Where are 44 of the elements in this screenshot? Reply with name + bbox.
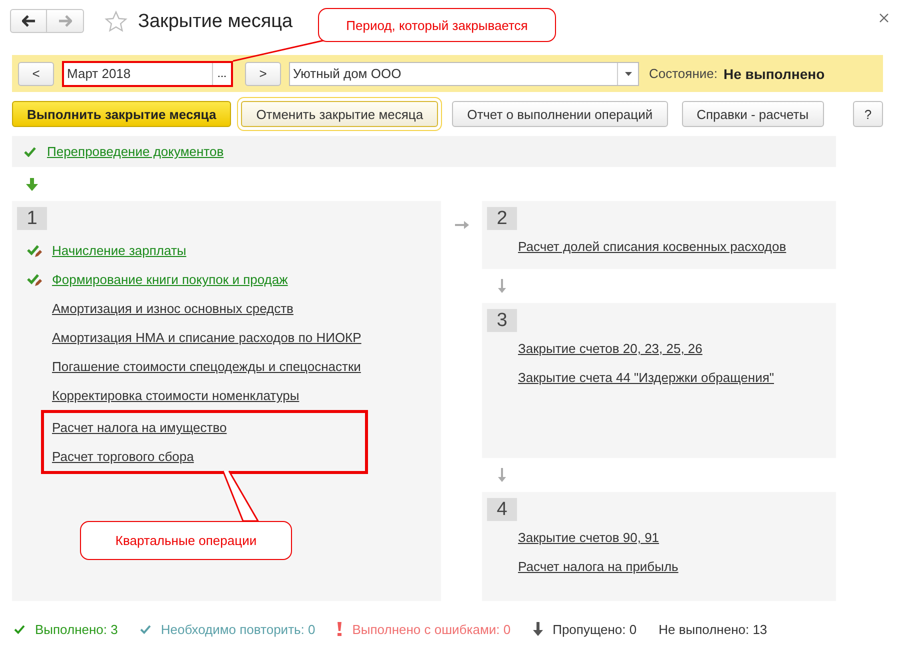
down-arrow-icon xyxy=(26,178,38,190)
back-arrow-icon xyxy=(22,15,36,27)
status-count: Необходимо повторить: 0 xyxy=(160,622,316,636)
period-field[interactable]: Март 2018 ... xyxy=(62,60,233,86)
operation-link[interactable]: Начисление зарплаты xyxy=(52,243,186,258)
stage-number: 1 xyxy=(17,207,47,230)
close-icon[interactable] xyxy=(879,13,889,23)
organization-field[interactable]: Уютный дом ООО xyxy=(289,62,639,86)
operation-link[interactable]: Расчет налога на прибыль xyxy=(518,559,678,574)
operation-link[interactable]: Перепроведение документов xyxy=(47,144,224,159)
operation-link[interactable]: Закрытие счетов 20, 23, 25, 26 xyxy=(518,341,702,356)
next-period-button[interactable]: > xyxy=(245,62,281,86)
operation-link[interactable]: Расчет налога на имущество xyxy=(52,420,227,435)
right-arrow-icon xyxy=(454,221,468,229)
action-button[interactable]: Отчет о выполнении операций xyxy=(452,101,668,127)
operation-link[interactable]: Формирование книги покупок и продаж xyxy=(52,272,288,287)
callout-note: Период, который закрывается xyxy=(318,8,556,42)
status-count: Выполнено с ошибками: 0 xyxy=(352,622,511,636)
status-count: Не выполнено: 13 xyxy=(658,622,768,636)
down-arrow-icon xyxy=(498,279,506,293)
back-button[interactable] xyxy=(10,9,47,33)
down-arrow-icon xyxy=(498,468,506,482)
forward-arrow-icon xyxy=(58,15,72,27)
operation-link[interactable]: Корректировка стоимости номенклатуры xyxy=(52,388,300,403)
window-title: Закрытие месяца xyxy=(138,11,293,33)
state-label: Состояние: xyxy=(649,66,718,81)
primary-action-button[interactable]: Выполнить закрытие месяца xyxy=(12,101,232,127)
operation-link[interactable]: Закрытие счетов 90, 91 xyxy=(518,530,660,545)
status-count: Выполнено: 3 xyxy=(35,622,118,636)
state-value: Не выполнено xyxy=(723,66,825,82)
operation-link[interactable]: Амортизация и износ основных средств xyxy=(52,301,294,316)
status-count: Пропущено: 0 xyxy=(552,622,637,636)
help-button[interactable]: ? xyxy=(853,101,883,127)
operation-link[interactable]: Расчет торгового сбора xyxy=(52,449,194,464)
operation-link[interactable]: Погашение стоимости спецодежды и спецоснастки xyxy=(52,359,361,374)
stage-number: 2 xyxy=(487,207,517,230)
action-button[interactable]: Справки - расчеты xyxy=(682,101,824,127)
operation-link[interactable]: Закрытие счета 44 "Издержки обращения" xyxy=(518,370,774,385)
previous-period-button[interactable]: < xyxy=(18,62,54,86)
star-icon[interactable] xyxy=(104,10,128,34)
stage-number: 4 xyxy=(487,498,517,521)
operation-link[interactable]: Амортизация НМА и списание расходов по НИОКР xyxy=(52,330,362,345)
operation-link[interactable]: Расчет долей списания косвенных расходов xyxy=(518,239,786,254)
stage-number: 3 xyxy=(487,309,517,332)
